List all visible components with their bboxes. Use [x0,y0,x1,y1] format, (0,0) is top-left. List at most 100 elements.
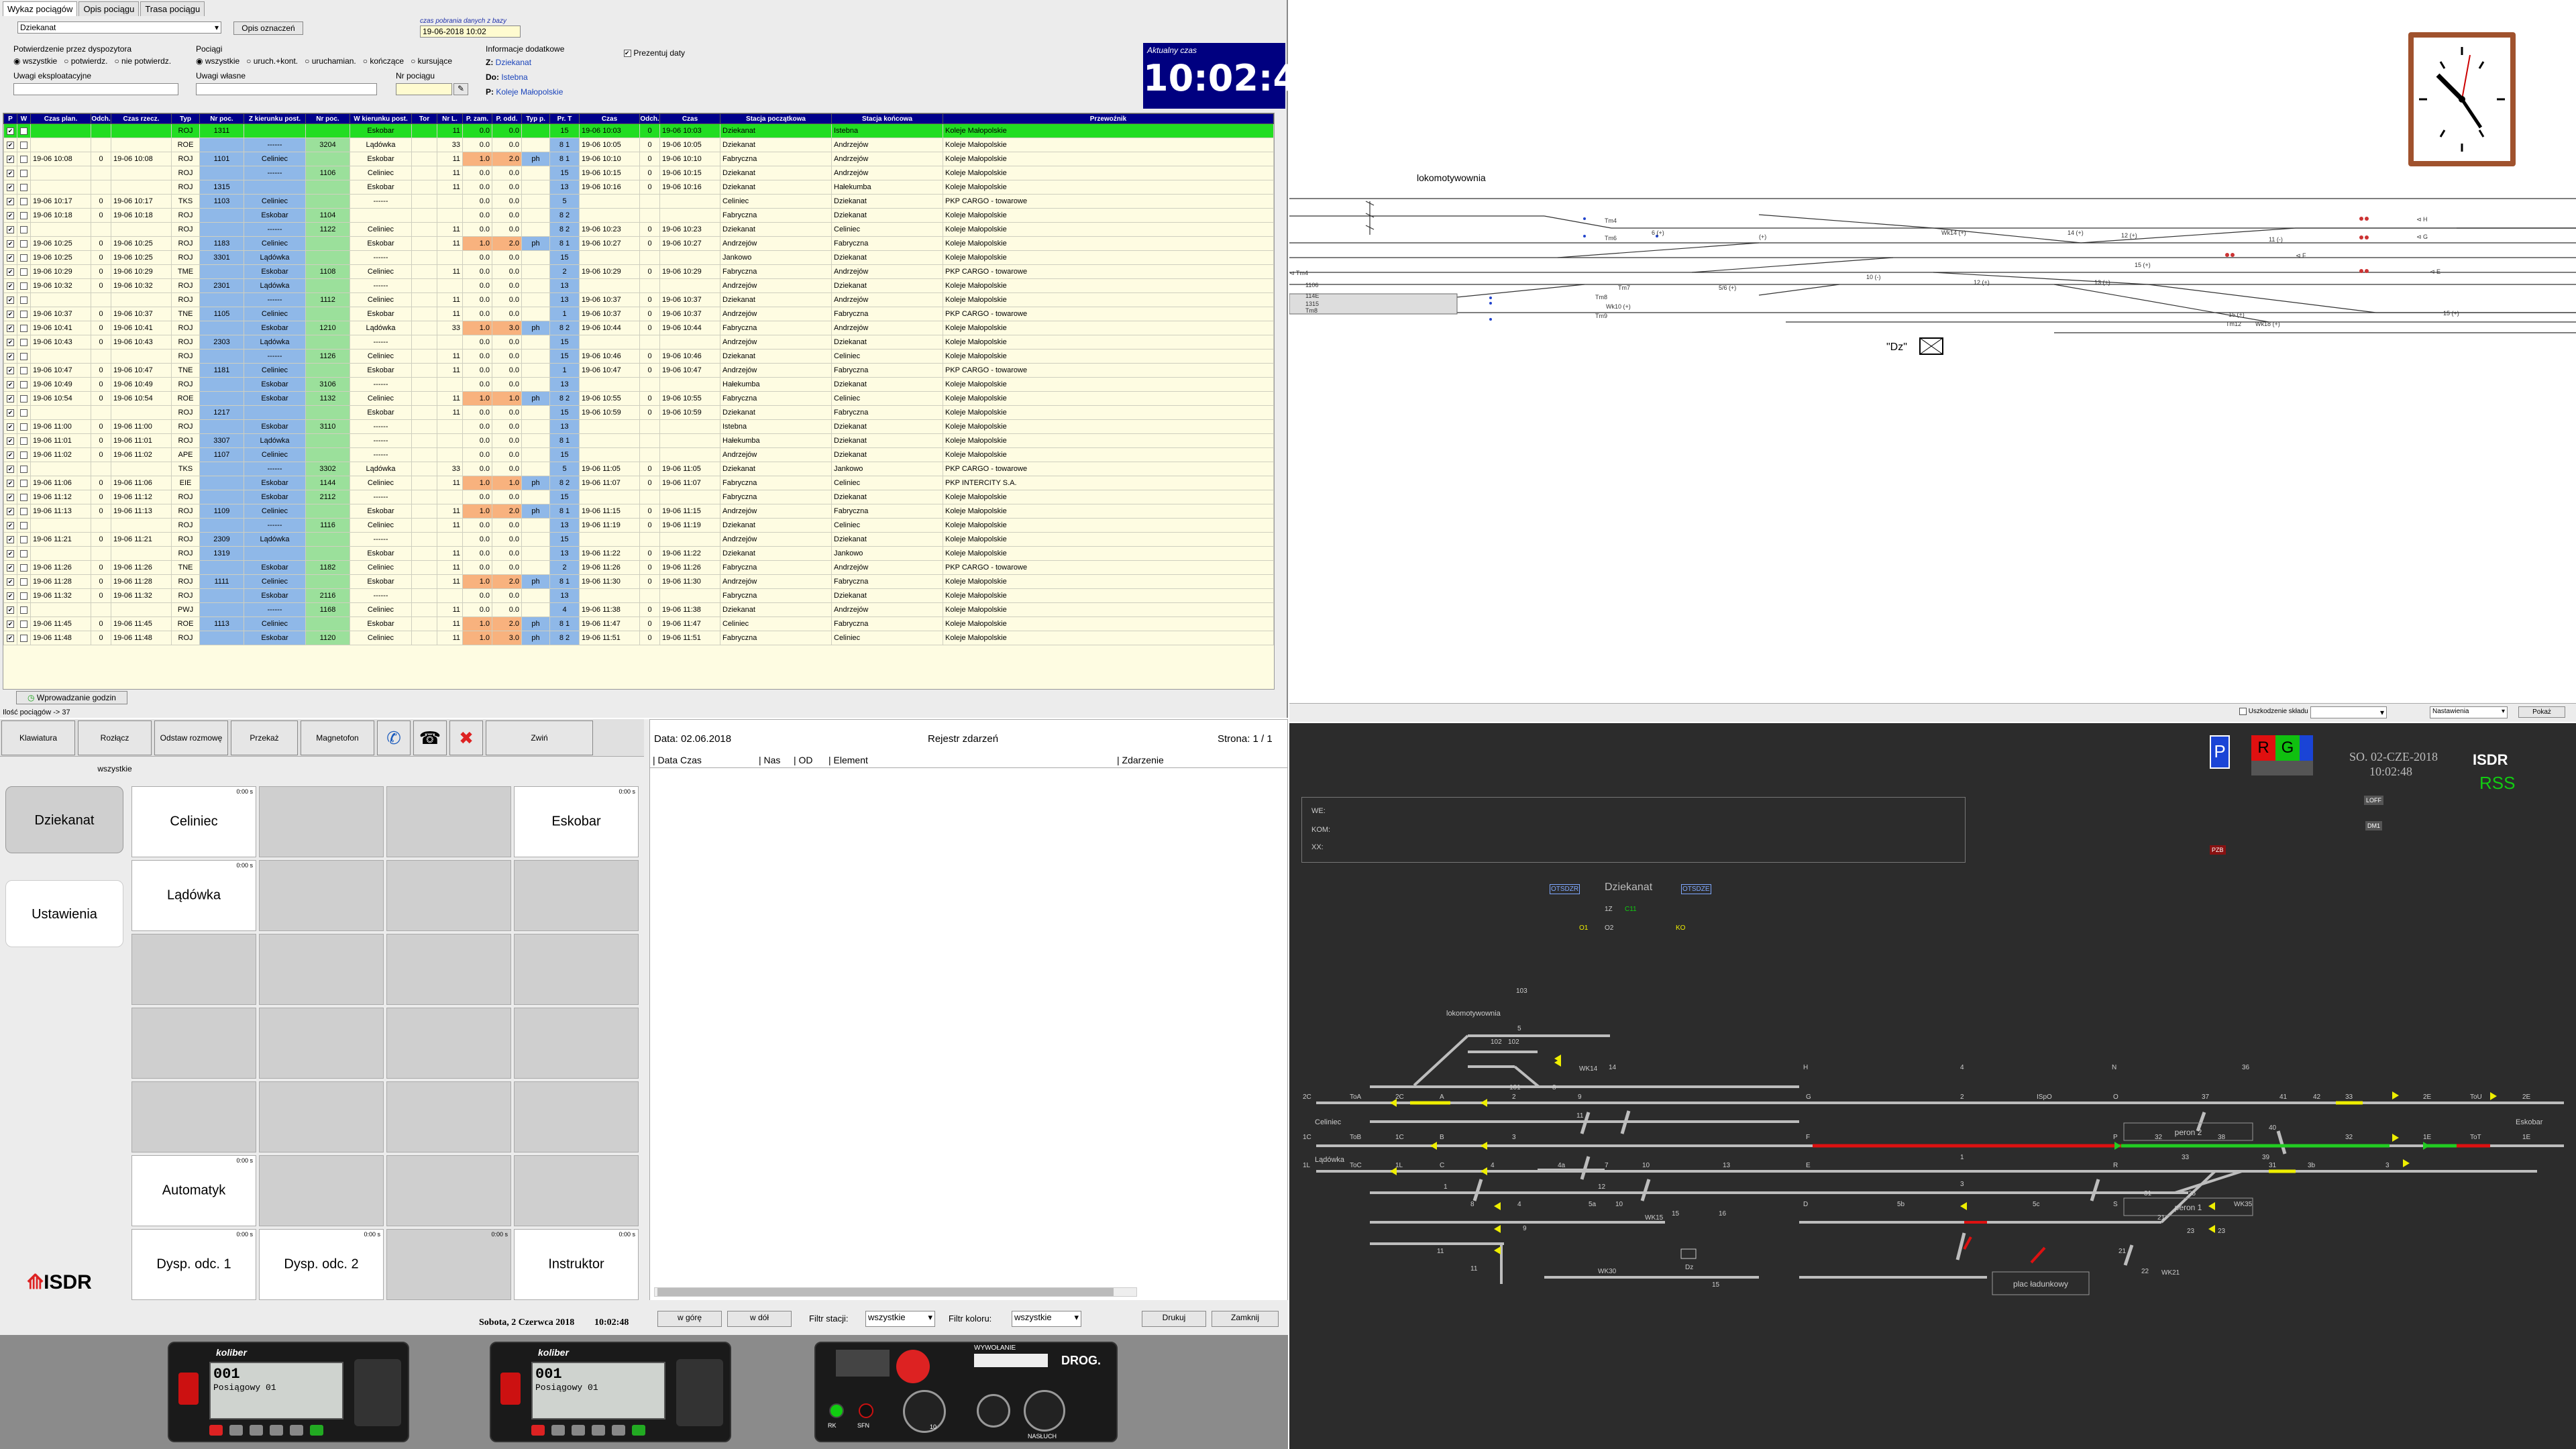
function-key[interactable] [592,1425,605,1436]
table-row[interactable]: 19-06 11:01019-06 11:01ROJ3307Lądówka---… [3,433,1274,448]
row-w-checkbox[interactable] [17,574,31,589]
confirm-unconfirmed-radio[interactable]: ○ nie potwierdz. [114,56,171,66]
close-button[interactable]: Zamknij [1212,1311,1279,1327]
row-confirm-checkbox[interactable] [3,532,17,547]
row-confirm-checkbox[interactable] [3,391,17,406]
row-w-checkbox[interactable] [17,490,31,504]
row-confirm-checkbox[interactable] [3,377,17,392]
row-confirm-checkbox[interactable] [3,335,17,350]
volume-knob[interactable] [977,1394,1010,1428]
row-confirm-checkbox[interactable] [3,433,17,448]
table-row[interactable]: 19-06 10:54019-06 10:54ROEEskobar1132Cel… [3,391,1274,406]
row-confirm-checkbox[interactable] [3,152,17,166]
row-confirm-checkbox[interactable] [3,194,17,209]
print-button[interactable]: Drukuj [1142,1311,1206,1327]
nav-dziekanat[interactable]: Dziekanat [5,786,123,853]
function-key[interactable] [209,1425,223,1436]
channel-buttons[interactable] [974,1354,1048,1367]
column-header[interactable]: Pr. T [549,113,580,124]
nav-settings[interactable]: Ustawienia [5,880,123,947]
row-w-checkbox[interactable] [17,560,31,575]
row-confirm-checkbox[interactable] [3,138,17,152]
row-confirm-checkbox[interactable] [3,546,17,561]
notes-input[interactable] [13,83,178,95]
row-confirm-checkbox[interactable] [3,405,17,420]
row-confirm-checkbox[interactable] [3,363,17,378]
column-header[interactable]: Nr poc. [199,113,244,124]
row-w-checkbox[interactable] [17,250,31,265]
row-confirm-checkbox[interactable] [3,631,17,645]
column-header[interactable]: Czas [659,113,720,124]
column-header[interactable]: P. odd. [492,113,522,124]
row-w-checkbox[interactable] [17,405,31,420]
table-row[interactable]: ROJ------1112Celiniec110.00.01319-06 10:… [3,292,1274,307]
row-confirm-checkbox[interactable] [3,292,17,307]
row-w-checkbox[interactable] [17,363,31,378]
handset-icon[interactable]: ✆ [377,720,411,755]
row-w-checkbox[interactable] [17,292,31,307]
row-w-checkbox[interactable] [17,391,31,406]
table-row[interactable]: 19-06 10:41019-06 10:41ROJEskobar1210Ląd… [3,321,1274,335]
event-hscrollbar[interactable] [654,1287,1137,1297]
row-confirm-checkbox[interactable] [3,278,17,293]
column-header[interactable]: W [17,113,31,124]
row-w-checkbox[interactable] [17,419,31,434]
keypad[interactable] [676,1359,723,1426]
table-row[interactable]: 19-06 10:18019-06 10:18ROJEskobar11040.0… [3,208,1274,223]
row-confirm-checkbox[interactable] [3,574,17,589]
column-header[interactable]: Nr L. [437,113,463,124]
emergency-button[interactable] [500,1373,521,1405]
disconnect-all-button[interactable]: Rozłącz wszystkie [78,720,152,773]
row-w-checkbox[interactable] [17,602,31,617]
row-w-checkbox[interactable] [17,532,31,547]
table-row[interactable]: 19-06 10:43019-06 10:43ROJ2303Lądówka---… [3,335,1274,350]
table-row[interactable]: 19-06 10:37019-06 10:37TNE1105CeliniecEs… [3,307,1274,321]
row-w-checkbox[interactable] [17,278,31,293]
station-select[interactable]: Dziekanat ▾ [17,21,221,34]
column-header[interactable]: Nr poc. [305,113,350,124]
emergency-button[interactable] [178,1373,199,1405]
row-confirm-checkbox[interactable] [3,560,17,575]
row-w-checkbox[interactable] [17,321,31,335]
row-w-checkbox[interactable] [17,588,31,603]
row-w-checkbox[interactable] [17,236,31,251]
row-w-checkbox[interactable] [17,616,31,631]
confirm-all-radio[interactable]: ◉ wszystkie [13,56,57,66]
column-header[interactable]: Stacja początkowa [720,113,832,124]
table-row[interactable]: 19-06 10:29019-06 10:29TMEEskobar1108Cel… [3,264,1274,279]
up-button[interactable]: w górę [657,1311,722,1327]
table-row[interactable]: 19-06 10:08019-06 10:08ROJ1101CeliniecEs… [3,152,1274,166]
confirm-confirmed-radio[interactable]: ○ potwierdz. [64,56,107,66]
table-row[interactable]: ROJ1315Eskobar110.00.01319-06 10:16019-0… [3,180,1274,195]
call-button[interactable] [896,1350,930,1383]
table-row[interactable]: 19-06 11:48019-06 11:48ROJEskobar1120Cel… [3,631,1274,645]
table-row[interactable]: 19-06 10:47019-06 10:47TNE1181CeliniecEs… [3,363,1274,378]
row-confirm-checkbox[interactable] [3,588,17,603]
row-w-checkbox[interactable] [17,208,31,223]
column-header[interactable]: W kierunku post. [350,113,412,124]
table-row[interactable]: ROJ1311Eskobar110.00.01519-06 10:03019-0… [3,123,1274,138]
column-header[interactable]: P. zam. [462,113,492,124]
channel-dial[interactable] [903,1390,946,1433]
row-w-checkbox[interactable] [17,476,31,490]
table-row[interactable]: 19-06 11:45019-06 11:45ROE1113CeliniecEs… [3,616,1274,631]
table-row[interactable]: 19-06 11:13019-06 11:13ROJ1109CeliniecEs… [3,504,1274,519]
own-notes-input[interactable] [196,83,377,95]
row-confirm-checkbox[interactable] [3,321,17,335]
squelch-knob[interactable] [1024,1390,1065,1432]
row-w-checkbox[interactable] [17,631,31,645]
row-w-checkbox[interactable] [17,138,31,152]
row-w-checkbox[interactable] [17,180,31,195]
table-row[interactable]: 19-06 10:25019-06 10:25ROJ3301Lądówka---… [3,250,1274,265]
row-confirm-checkbox[interactable] [3,518,17,533]
row-confirm-checkbox[interactable] [3,264,17,279]
column-header[interactable]: Stacja końcowa [831,113,943,124]
table-row[interactable]: PWJ------1168Celiniec110.00.0419-06 11:3… [3,602,1274,617]
function-key[interactable] [632,1425,645,1436]
row-confirm-checkbox[interactable] [3,616,17,631]
defect-select[interactable]: ▾ [2310,706,2387,718]
table-row[interactable]: 19-06 11:00019-06 11:00ROJEskobar3110---… [3,419,1274,434]
present-dates-checkbox[interactable]: Prezentuj daty [624,48,685,58]
color-filter-select[interactable]: wszystkie ▾ [1012,1311,1081,1327]
row-w-checkbox[interactable] [17,194,31,209]
